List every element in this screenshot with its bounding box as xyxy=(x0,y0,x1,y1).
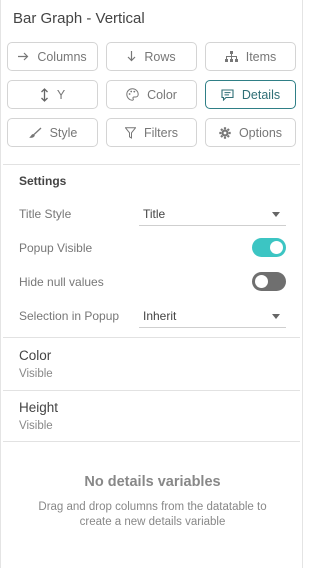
hierarchy-icon xyxy=(224,51,238,62)
detail-item-status: Visible xyxy=(19,368,53,380)
tab-options[interactable]: Options xyxy=(205,118,296,147)
tab-filters-label: Filters xyxy=(143,125,179,140)
panel-title: Bar Graph - Vertical xyxy=(13,10,145,27)
popup-visible-label: Popup Visible xyxy=(19,241,93,255)
filter-icon xyxy=(124,126,136,139)
comment-icon xyxy=(221,88,234,101)
divider xyxy=(3,164,300,165)
tab-color-label: Color xyxy=(147,87,177,102)
divider xyxy=(3,390,300,391)
divider xyxy=(3,337,300,338)
tab-details[interactable]: Details xyxy=(205,80,296,109)
tab-rows[interactable]: Rows xyxy=(106,42,197,71)
gear-icon xyxy=(219,126,231,139)
title-style-label: Title Style xyxy=(19,207,72,221)
properties-panel: Bar Graph - Vertical Columns Rows Items … xyxy=(0,0,303,568)
tab-items[interactable]: Items xyxy=(205,42,296,71)
empty-state-title: No details variables xyxy=(84,474,221,490)
selection-popup-value: Inherit xyxy=(143,309,177,323)
chevron-down-icon xyxy=(272,314,280,319)
tab-y[interactable]: Y xyxy=(7,80,98,109)
brush-icon xyxy=(28,127,42,138)
divider xyxy=(3,441,300,442)
tab-style-label: Style xyxy=(49,125,78,140)
detail-item-title[interactable]: Color xyxy=(19,348,51,363)
hide-null-label: Hide null values xyxy=(19,275,104,289)
detail-item-status: Visible xyxy=(19,420,53,432)
toggle-knob xyxy=(255,275,268,288)
tab-items-label: Items xyxy=(245,49,277,64)
tab-style[interactable]: Style xyxy=(7,118,98,147)
vertical-arrows-icon xyxy=(40,87,48,102)
tab-columns-label: Columns xyxy=(37,49,87,64)
tab-columns[interactable]: Columns xyxy=(7,42,98,71)
detail-item-title[interactable]: Height xyxy=(19,400,58,415)
empty-state-description: Drag and drop columns from the datatable… xyxy=(38,501,267,528)
tab-y-label: Y xyxy=(56,87,66,102)
toggle-knob xyxy=(270,241,283,254)
tab-color[interactable]: Color xyxy=(106,80,197,109)
title-style-value: Title xyxy=(143,207,166,221)
selection-popup-select[interactable]: Inherit xyxy=(139,304,286,328)
chevron-down-icon xyxy=(272,212,280,217)
title-style-select[interactable]: Title xyxy=(139,202,286,226)
tab-options-label: Options xyxy=(238,125,283,140)
tab-details-label: Details xyxy=(241,87,281,102)
popup-visible-toggle[interactable] xyxy=(252,238,286,257)
tab-rows-label: Rows xyxy=(144,49,176,64)
arrow-right-icon xyxy=(18,52,29,61)
settings-heading: Settings xyxy=(19,174,67,188)
palette-icon xyxy=(126,88,139,101)
tab-filters[interactable]: Filters xyxy=(106,118,197,147)
hide-null-toggle[interactable] xyxy=(252,272,286,291)
arrow-down-icon xyxy=(127,51,136,62)
selection-popup-label: Selection in Popup xyxy=(19,309,120,323)
